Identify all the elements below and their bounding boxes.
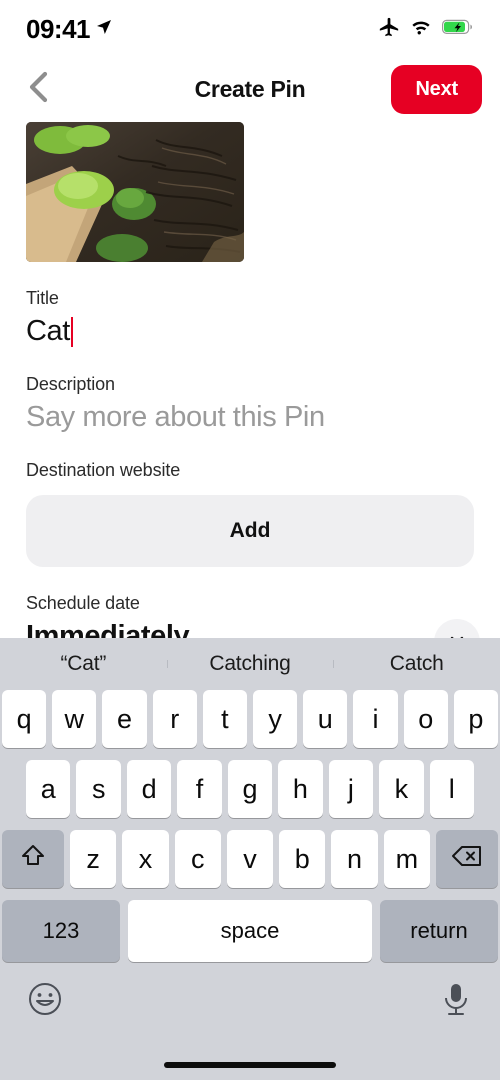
key-f[interactable]: f	[177, 760, 222, 818]
key-e[interactable]: e	[102, 690, 147, 748]
emoji-key[interactable]	[26, 980, 64, 1023]
key-l[interactable]: l	[429, 760, 474, 818]
shift-up-arrow-icon	[19, 842, 47, 877]
destination-label: Destination website	[26, 460, 181, 480]
key-n[interactable]: n	[331, 830, 378, 888]
status-bar-right	[378, 16, 474, 43]
return-key[interactable]: return	[380, 900, 498, 962]
title-input[interactable]: Cat	[26, 315, 474, 348]
location-arrow-icon	[96, 19, 112, 40]
key-g[interactable]: g	[227, 760, 273, 818]
status-bar-time: 09:41	[26, 13, 91, 44]
navigation-bar: Create Pin Next	[0, 58, 500, 120]
key-q[interactable]: q	[1, 690, 47, 748]
keyboard-bottom-bar	[0, 962, 500, 1040]
pin-image-art	[26, 122, 244, 262]
virtual-keyboard: “Cat” Catching Catch q w e r t y u i o p…	[0, 638, 500, 1080]
schedule-label: Schedule date	[26, 593, 140, 613]
title-field-group: Title Cat	[26, 288, 474, 348]
key-r[interactable]: r	[152, 690, 197, 748]
key-t[interactable]: t	[202, 690, 247, 748]
pin-image-thumbnail[interactable]	[26, 122, 244, 262]
home-indicator[interactable]	[164, 1062, 336, 1068]
back-button[interactable]	[16, 67, 60, 111]
prediction-bar: “Cat” Catching Catch	[0, 638, 500, 690]
description-field-group: Description Say more about this Pin	[26, 374, 474, 434]
dictation-key[interactable]	[438, 980, 474, 1023]
keyboard-row-2: a s d f g h j k l	[0, 760, 500, 818]
title-label: Title	[26, 288, 59, 308]
key-d[interactable]: d	[126, 760, 172, 818]
numbers-key[interactable]: 123	[2, 900, 120, 962]
prediction-item-0[interactable]: “Cat”	[0, 652, 167, 676]
key-v[interactable]: v	[226, 830, 274, 888]
key-a[interactable]: a	[26, 760, 71, 818]
description-label: Description	[26, 374, 115, 394]
text-cursor	[70, 316, 74, 347]
status-bar: 09:41	[0, 0, 500, 58]
key-w[interactable]: w	[52, 690, 97, 748]
key-s[interactable]: s	[76, 760, 121, 818]
keyboard-row-4: 123 space return	[0, 900, 500, 962]
destination-field-group: Destination website Add	[26, 460, 474, 567]
create-pin-form: Title Cat Description Say more about thi…	[0, 122, 500, 665]
key-j[interactable]: j	[328, 760, 374, 818]
key-k[interactable]: k	[379, 760, 424, 818]
key-u[interactable]: u	[303, 690, 348, 748]
key-b[interactable]: b	[279, 830, 326, 888]
chevron-left-icon	[25, 70, 51, 109]
airplane-mode-icon	[378, 16, 400, 43]
key-m[interactable]: m	[383, 830, 430, 888]
key-h[interactable]: h	[278, 760, 323, 818]
emoji-smiley-icon	[26, 982, 64, 1022]
battery-charging-icon	[442, 19, 474, 40]
key-c[interactable]: c	[174, 830, 221, 888]
microphone-icon	[438, 983, 474, 1022]
key-y[interactable]: y	[253, 690, 298, 748]
space-key[interactable]: space	[128, 900, 372, 962]
wifi-icon	[410, 18, 432, 41]
keyboard-row-3: z x c v b n m	[0, 830, 500, 888]
key-p[interactable]: p	[453, 690, 499, 748]
add-destination-button[interactable]: Add	[26, 495, 474, 567]
backspace-delete-icon	[451, 844, 483, 875]
shift-key[interactable]	[2, 830, 65, 888]
description-input[interactable]: Say more about this Pin	[26, 401, 474, 434]
key-o[interactable]: o	[403, 690, 448, 748]
prediction-item-2[interactable]: Catch	[333, 652, 500, 676]
backspace-key[interactable]	[435, 830, 498, 888]
prediction-item-1[interactable]: Catching	[166, 652, 334, 676]
status-bar-left: 09:41	[26, 14, 112, 45]
key-i[interactable]: i	[353, 690, 398, 748]
title-input-value: Cat	[26, 315, 70, 347]
keyboard-row-1: q w e r t y u i o p	[0, 690, 500, 748]
next-button[interactable]: Next	[391, 64, 482, 114]
key-z[interactable]: z	[70, 830, 117, 888]
key-x[interactable]: x	[122, 830, 169, 888]
